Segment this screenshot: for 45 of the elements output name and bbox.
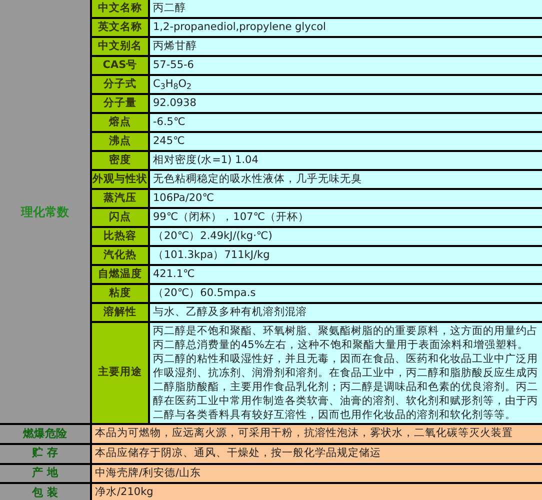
property-label: 粘度 xyxy=(92,285,148,302)
property-value: 丙二醇 xyxy=(150,0,542,17)
property-value: 99℃（闭杯），107℃（开杯） xyxy=(150,209,542,226)
property-label: 中文名称 xyxy=(92,0,148,17)
property-value: 245℃ xyxy=(150,133,542,150)
property-value: 1,2-propanediol,propylene glycol xyxy=(150,19,542,36)
property-value: （20℃）60.5mpa.s xyxy=(150,285,542,302)
property-value: 丙烯甘醇 xyxy=(150,38,542,55)
property-value: 丙二醇是不饱和聚酯、环氧树脂、聚氨酯树脂的的重要原料，这方面的用量约占丙二醇总消费量的45%左右，这种不饱和聚酯大量用于表面涂料和增强塑料。丙二醇的粘性和吸湿性好，并且无毒，因而在食品、医药和化妆品工业中广泛用作吸湿剂、抗冻剂、润滑剂和溶剂。在食品工业中，丙二醇和脂肪酸反应生成丙二醇脂肪酸酯，主要用作食品乳化剂；丙二醇是调味品和色素的优良溶剂。丙二醇在医药工业中常用作制造各类软膏、油膏的溶剂、软化剂和赋形剂等，由于丙二醇与各类香料具有较好互溶性，因而也用作化妆品的溶剂和软化剂等等。 xyxy=(150,323,542,423)
property-value: 相对密度(水=1) 1.04 xyxy=(150,152,542,169)
property-value: 无色粘稠稳定的吸水性液体，几乎无味无臭 xyxy=(150,171,542,188)
property-label: 比热容 xyxy=(92,228,148,245)
row-label: 贮 存 xyxy=(0,444,90,462)
property-label: 英文名称 xyxy=(92,19,148,36)
property-value: 421.1℃ xyxy=(150,266,542,283)
property-label: 沸点 xyxy=(92,133,148,150)
row-label: 包 装 xyxy=(0,484,90,500)
property-value: -6.5℃ xyxy=(150,114,542,131)
property-label: 熔点 xyxy=(92,114,148,131)
row-label: 产 地 xyxy=(0,464,90,482)
property-label: 自燃温度 xyxy=(92,266,148,283)
property-label: 中文别名 xyxy=(92,38,148,55)
property-label: 主要用途 xyxy=(92,323,148,423)
property-value: 106Pa/20℃ xyxy=(150,190,542,207)
row-value: 中海壳牌/利安德/山东 xyxy=(92,464,542,482)
property-label: 蒸汽压 xyxy=(92,190,148,207)
property-label: 外观与性状 xyxy=(92,171,148,188)
row-value: 本品应储存于阴凉、通风、干燥处，按一般化学品规定储运 xyxy=(92,444,542,462)
row-value: 净水/210kg xyxy=(92,484,542,500)
property-label: CAS号 xyxy=(92,57,148,74)
row-label: 燃爆危险 xyxy=(0,425,90,443)
property-label: 分子量 xyxy=(92,95,148,112)
property-value: 92.0938 xyxy=(150,95,542,112)
property-label: 密度 xyxy=(92,152,148,169)
property-label: 分子式 xyxy=(92,76,148,93)
property-label: 汽化热 xyxy=(92,247,148,264)
property-label: 闪点 xyxy=(92,209,148,226)
property-value: 与水、乙醇及多种有机溶剂混溶 xyxy=(150,304,542,321)
property-value: 57-55-6 xyxy=(150,57,542,74)
property-label: 溶解性 xyxy=(92,304,148,321)
property-value: C$_{3}$H$_{8}$O$_{2}$ xyxy=(150,76,542,93)
section-label: 理化常数 xyxy=(0,0,90,423)
property-value: （101.3kpa）711kJ/kg xyxy=(150,247,542,264)
row-value: 本品为可燃物，应远离火源，可采用干粉，抗溶性泡沫，雾状水，二氧化碳等灭火装置 xyxy=(92,425,542,443)
property-value: （20℃）2.49kJ/(kg·℃) xyxy=(150,228,542,245)
